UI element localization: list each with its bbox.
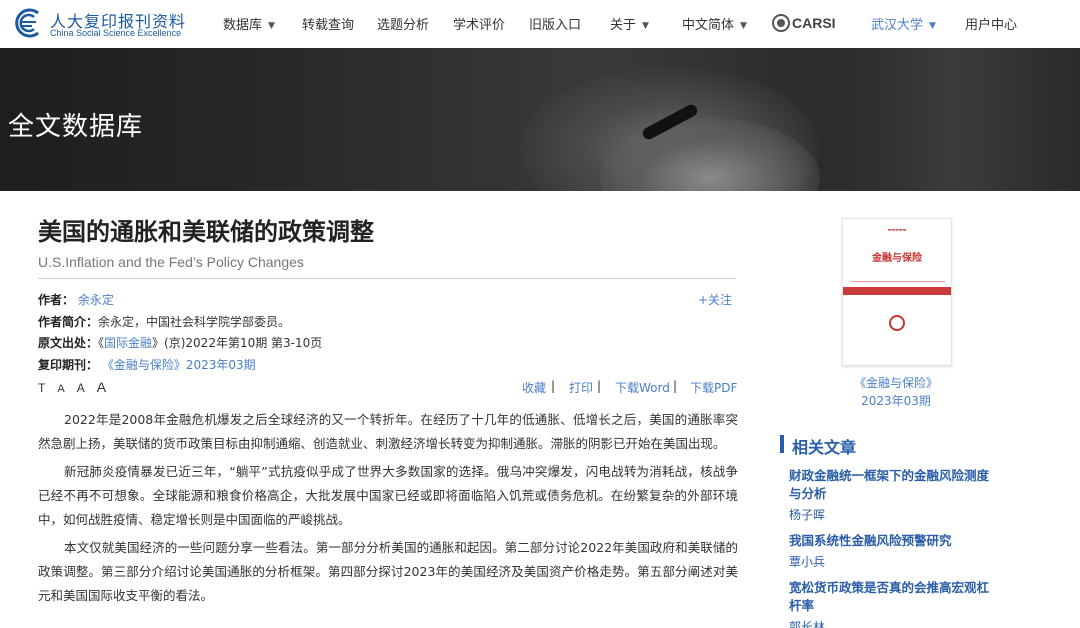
bio-label: 作者简介： [38, 315, 99, 329]
hero-banner: 全文数据库 [0, 48, 1080, 191]
font-size-default[interactable]: T [38, 381, 45, 395]
reprint-journal-link[interactable]: 《金融与保险》2023年03期 [102, 358, 256, 372]
cover-header-decoration: ▬▬▬▬▬ [887, 227, 907, 232]
nav-old-version-label: 旧版入口 [529, 18, 582, 33]
carsi-label: CARSI [792, 14, 836, 31]
related-articles-heading: 相关文章 [792, 438, 857, 457]
reprint-row: 复印期刊： 《金融与保险》2023年03期 [38, 356, 256, 373]
favorite-button[interactable]: 收藏 [522, 379, 546, 396]
related-article-author[interactable]: 杨子晖 [789, 506, 825, 523]
cover-emblem-icon [889, 315, 905, 331]
nav-language[interactable]: 中文简体 ▼ [682, 14, 747, 33]
nav-about-label: 关于 [610, 18, 637, 33]
banner-decoration [820, 48, 1080, 191]
nav-reprint-query-label: 转载查询 [302, 18, 355, 33]
nav-topic-analysis-label: 选题分析 [377, 18, 430, 33]
cover-caption-issue: 2023年03期 [861, 394, 931, 408]
source-journal-link[interactable]: 国际金融 [104, 336, 152, 350]
nav-academic-evaluation-label: 学术评价 [453, 18, 506, 33]
nav-user-center-label: 用户中心 [965, 18, 1018, 33]
download-word-button[interactable]: 下载Word [615, 379, 670, 396]
nav-database[interactable]: 数据库 ▼ [223, 14, 275, 33]
follow-button[interactable]: +关注 [698, 291, 732, 308]
font-size-controls: TAAA [38, 379, 118, 397]
cover-rule [851, 281, 945, 282]
nav-reprint-query[interactable]: 转载查询 [302, 14, 354, 33]
article-paragraph: 新冠肺炎疫情暴发已近三年，“躺平”式抗疫似乎成了世界大多数国家的选择。俄乌冲突爆… [38, 464, 738, 527]
print-button[interactable]: 打印 [569, 379, 593, 396]
chevron-down-icon: ▼ [929, 20, 936, 31]
article-body: 2022年是2008年金融危机爆发之后全球经济的又一个转折年。在经历了十几年的低… [38, 408, 738, 612]
author-row: 作者： 余永定 [38, 291, 114, 308]
nav-user-center[interactable]: 用户中心 [965, 14, 1017, 33]
font-size-large[interactable]: A [97, 379, 106, 395]
nav-topic-analysis[interactable]: 选题分析 [377, 14, 429, 33]
journal-cover-caption[interactable]: 《金融与保险》 2023年03期 [846, 374, 946, 410]
nav-about[interactable]: 关于 ▼ [610, 14, 649, 33]
chevron-down-icon: ▼ [642, 20, 649, 31]
bio-row: 作者简介：余永定，中国社会科学院学部委员。 [38, 313, 290, 330]
divider [38, 278, 736, 279]
cover-caption-title: 《金融与保险》 [853, 376, 938, 390]
font-size-medium[interactable]: A [77, 381, 85, 395]
related-article-author[interactable]: 郭长林 [789, 618, 825, 628]
source-label: 原文出处： [38, 336, 99, 350]
source-details: 》(京)2022年第10期 第3-10页 [152, 336, 323, 350]
journal-cover[interactable]: ▬▬▬▬▬ 金融与保险 [842, 218, 952, 366]
nav-old-version[interactable]: 旧版入口 [529, 14, 581, 33]
author-label: 作者： [38, 293, 75, 307]
bio-text: 余永定，中国社会科学院学部委员。 [98, 315, 291, 329]
download-pdf-button[interactable]: 下载PDF [690, 379, 737, 396]
author-link[interactable]: 余永定 [78, 293, 114, 307]
top-navbar: 人大复印报刊资料 China Social Science Excellence… [0, 0, 1080, 48]
tool-separator: | [551, 379, 556, 393]
nav-academic-evaluation[interactable]: 学术评价 [453, 14, 505, 33]
banner-title: 全文数据库 [8, 112, 144, 142]
article-title: 美国的通胀和美联储的政策调整 [38, 218, 374, 246]
section-marker [780, 435, 784, 453]
source-row: 原文出处：《国际金融》(京)2022年第10期 第3-10页 [38, 334, 322, 351]
logo-text-en: China Social Science Excellence [50, 28, 182, 38]
related-article-title[interactable]: 财政金融统一框架下的金融风险测度与分析 [789, 467, 999, 503]
chevron-down-icon: ▼ [740, 20, 747, 31]
chevron-down-icon: ▼ [268, 20, 275, 31]
logo-icon [15, 8, 39, 38]
related-article-title[interactable]: 我国系统性金融风险预警研究 [789, 532, 999, 550]
reprint-label: 复印期刊： [38, 358, 99, 372]
carsi-icon [772, 13, 790, 32]
tool-separator: | [597, 379, 602, 393]
tool-separator: | [673, 379, 678, 393]
article-paragraph: 2022年是2008年金融危机爆发之后全球经济的又一个转折年。在经历了十几年的低… [38, 412, 738, 451]
nav-language-label: 中文简体 [682, 18, 735, 33]
article-paragraph: 本文仅就美国经济的一些问题分享一些看法。第一部分分析美国的通胀和起因。第二部分讨… [38, 540, 738, 603]
related-article-title[interactable]: 宽松货币政策是否真的会推高宏观杠杆率 [789, 579, 999, 615]
font-size-small[interactable]: A [57, 383, 64, 395]
nav-institution[interactable]: 武汉大学 ▼ [871, 14, 936, 33]
related-article-author[interactable]: 覃小兵 [789, 553, 825, 570]
nav-institution-label: 武汉大学 [871, 18, 924, 33]
cover-journal-title: 金融与保险 [872, 253, 922, 264]
nav-database-label: 数据库 [223, 18, 263, 33]
article-subtitle: U.S.Inflation and the Fed’s Policy Chang… [38, 254, 304, 270]
cover-red-band [843, 287, 951, 295]
carsi-login[interactable]: CARSI [772, 12, 836, 34]
